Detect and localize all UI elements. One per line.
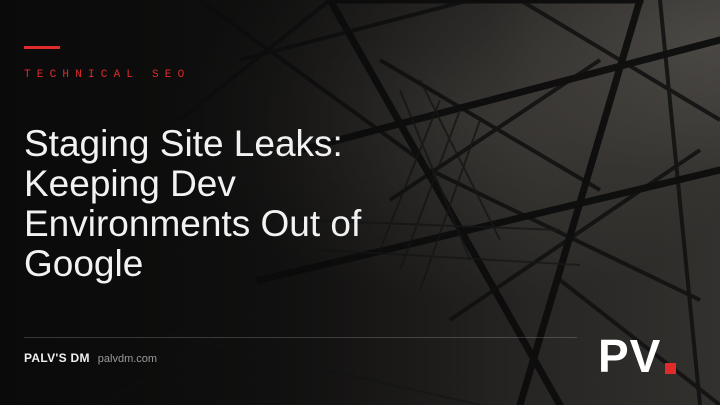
accent-bar xyxy=(24,46,60,49)
title-line-1: Staging Site Leaks: xyxy=(24,123,343,164)
brand-name: PALV'S DM xyxy=(24,351,90,365)
title-line-4: Google xyxy=(24,243,144,284)
footer: PALV'S DM palvdm.com xyxy=(24,351,157,365)
logo-red-square-icon xyxy=(665,363,677,374)
pv-logo: PV xyxy=(598,330,677,382)
footer-divider xyxy=(24,337,577,338)
website-link[interactable]: palvdm.com xyxy=(98,353,157,365)
slide-title: Staging Site Leaks: Keeping Dev Environm… xyxy=(24,124,484,284)
category-label: TECHNICAL SEO xyxy=(24,69,191,81)
title-line-3: Environments Out of xyxy=(24,203,362,244)
logo-letters: PV xyxy=(598,330,662,382)
title-line-2: Keeping Dev xyxy=(24,163,236,204)
title-slide: TECHNICAL SEO Staging Site Leaks: Keepin… xyxy=(0,0,720,405)
